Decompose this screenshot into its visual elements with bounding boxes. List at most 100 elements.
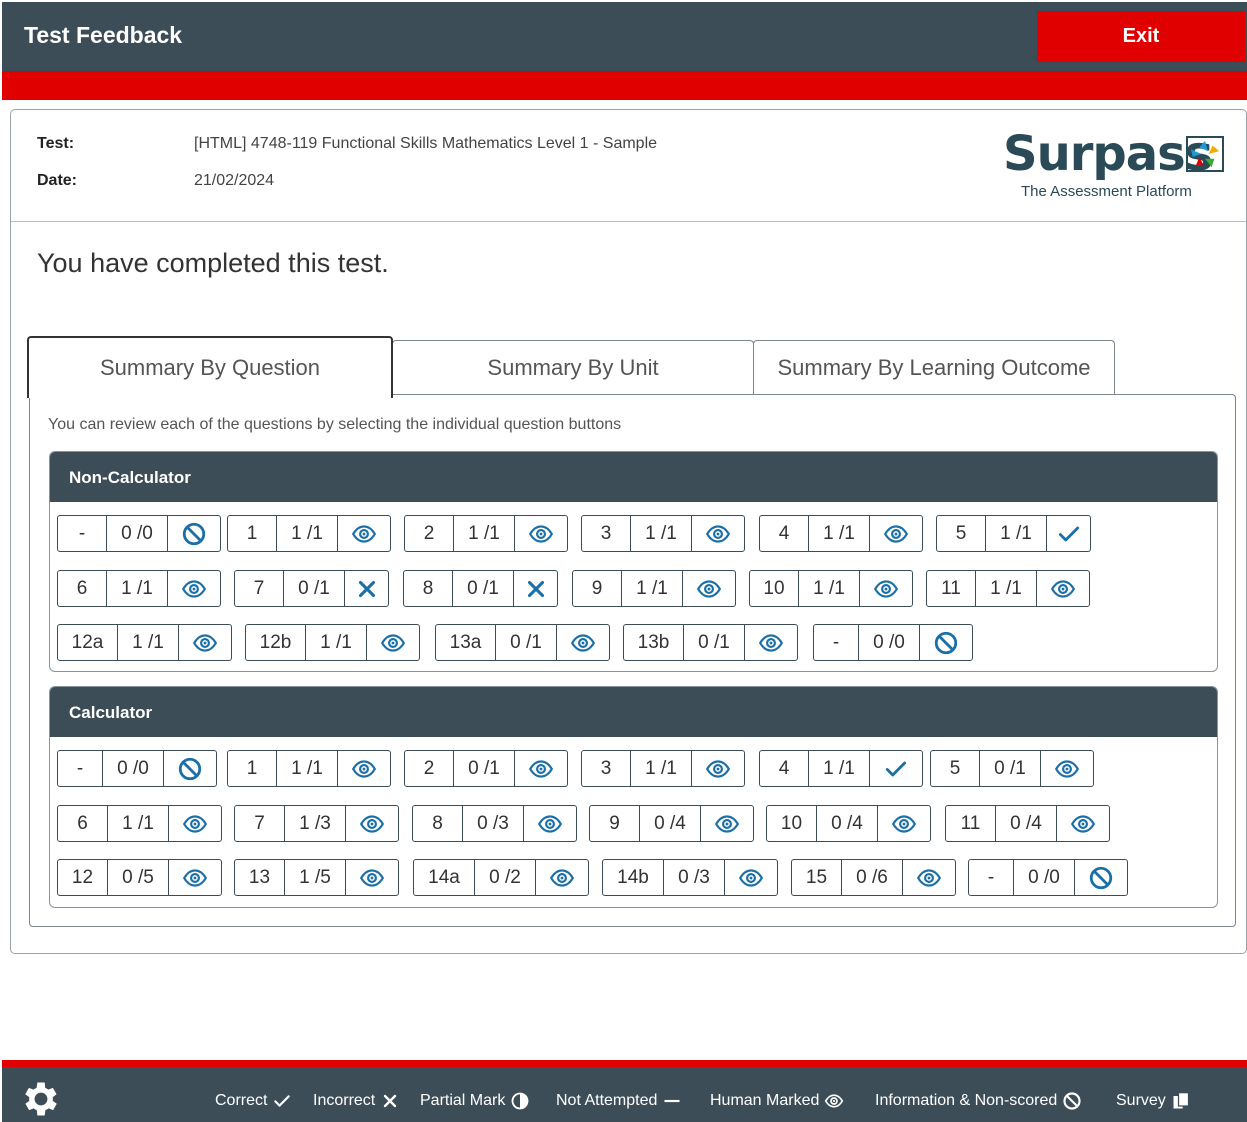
question-number: 6 (58, 571, 107, 606)
question-score: 1 /1 (306, 625, 367, 660)
eye-icon (346, 860, 398, 895)
question-score: 0 /4 (640, 806, 701, 841)
question-number: 2 (405, 516, 454, 551)
question-button[interactable]: 41 /1 (759, 750, 923, 787)
question-number: 12a (58, 625, 118, 660)
question-button[interactable]: 21 /1 (404, 515, 568, 552)
question-number: 7 (235, 571, 284, 606)
not-attempted-icon (662, 1091, 682, 1111)
partial-icon (510, 1091, 530, 1111)
question-number: 10 (750, 571, 799, 606)
eye-icon (683, 571, 735, 606)
question-button[interactable]: 12b 1 /1 (245, 624, 420, 661)
question-button[interactable]: 11 /1 (227, 515, 391, 552)
eye-icon (692, 751, 744, 786)
legend-label: Incorrect (313, 1092, 376, 1109)
question-button[interactable]: 10 0 /4 (766, 805, 931, 842)
question-number: 15 (792, 860, 842, 895)
question-button[interactable]: 61 /1 (57, 570, 221, 607)
question-number: 1 (228, 751, 277, 786)
question-score: 0 /1 (684, 625, 745, 660)
footer-accent-bar (2, 1060, 1247, 1067)
question-score: 0 /4 (996, 806, 1057, 841)
header-accent-bar (2, 71, 1247, 100)
question-number: 9 (573, 571, 622, 606)
question-score: 0 /0 (103, 751, 164, 786)
question-button[interactable]: 80 /3 (412, 805, 577, 842)
tab-summary-by-unit[interactable]: Summary By Unit (392, 340, 754, 395)
question-number: 4 (760, 516, 809, 551)
question-score: 0 /6 (842, 860, 903, 895)
cross-icon (514, 571, 557, 606)
question-number: 13 (235, 860, 285, 895)
legend-label: Partial Mark (420, 1092, 506, 1109)
logo-word: Surpass (1003, 126, 1213, 182)
question-button[interactable]: -0 /0 (968, 859, 1128, 896)
question-button[interactable]: 80 /1 (403, 570, 558, 607)
question-score: 0 /3 (664, 860, 725, 895)
exit-button[interactable]: Exit (1037, 11, 1245, 62)
eye-icon (179, 625, 231, 660)
eye-icon (524, 806, 576, 841)
gear-icon[interactable] (19, 1077, 63, 1121)
section-non-calculator: Non-Calculator -0 /0 1 1 /1 2 1 /1 3 1 /1 4 1 /1… (49, 451, 1218, 672)
question-score: 1 /1 (631, 751, 692, 786)
question-button[interactable]: 11 /1 (227, 750, 391, 787)
question-button[interactable]: -0 /0 (57, 515, 221, 552)
check-icon (1047, 516, 1090, 551)
no-entry-icon (164, 751, 216, 786)
info-icon (1062, 1091, 1082, 1111)
question-button[interactable]: 71 /3 (234, 805, 399, 842)
question-button[interactable]: 90 /4 (589, 805, 754, 842)
eye-icon (692, 516, 744, 551)
question-number: - (58, 516, 107, 551)
question-button[interactable]: 41 /1 (759, 515, 923, 552)
legend-item-survey: Survey (1116, 1091, 1191, 1111)
question-button[interactable]: 20 /1 (404, 750, 568, 787)
question-button[interactable]: 91 /1 (572, 570, 736, 607)
question-score: 1 /1 (118, 625, 179, 660)
question-button[interactable]: 13 1 /5 (234, 859, 399, 896)
question-number: 6 (58, 806, 108, 841)
question-button[interactable]: 70 /1 (234, 570, 389, 607)
section-title: Calculator (50, 687, 1217, 737)
question-button[interactable]: 11 0 /4 (945, 805, 1110, 842)
question-score: 1 /1 (986, 516, 1047, 551)
eye-icon (536, 860, 588, 895)
question-score: 0 /2 (475, 860, 536, 895)
question-button[interactable]: 12a 1 /1 (57, 624, 232, 661)
question-number: 5 (931, 751, 980, 786)
tab-summary-by-learning-outcome[interactable]: Summary By Learning Outcome (753, 340, 1115, 395)
question-button[interactable]: 13a 0 /1 (435, 624, 610, 661)
eye-icon (878, 806, 930, 841)
logo-mark-icon (1186, 136, 1224, 172)
eye-icon (169, 860, 221, 895)
question-score: 0 /3 (463, 806, 524, 841)
question-button[interactable]: 15 0 /6 (791, 859, 956, 896)
question-button[interactable]: 14a 0 /2 (413, 859, 589, 896)
question-button[interactable]: 61 /1 (57, 805, 222, 842)
question-number: 3 (582, 751, 631, 786)
question-number: 10 (767, 806, 817, 841)
question-number: 13b (624, 625, 684, 660)
question-button[interactable]: -0 /0 (813, 624, 973, 661)
question-button[interactable]: 31 /1 (581, 750, 745, 787)
legend-item-partial: Partial Mark (420, 1091, 530, 1111)
question-number: 3 (582, 516, 631, 551)
question-button[interactable]: 10 1 /1 (749, 570, 913, 607)
question-button[interactable]: -0 /0 (57, 750, 217, 787)
question-button[interactable]: 13b 0 /1 (623, 624, 798, 661)
question-button[interactable]: 11 1 /1 (926, 570, 1090, 607)
question-button[interactable]: 14b 0 /3 (602, 859, 778, 896)
question-number: 2 (405, 751, 454, 786)
question-button[interactable]: 51 /1 (936, 515, 1091, 552)
tab-summary-by-question[interactable]: Summary By Question (27, 336, 393, 398)
question-button[interactable]: 50 /1 (930, 750, 1094, 787)
question-number: 5 (937, 516, 986, 551)
test-value: [HTML] 4748-119 Functional Skills Mathem… (194, 135, 658, 152)
question-button[interactable]: 12 0 /5 (57, 859, 222, 896)
question-button[interactable]: 31 /1 (581, 515, 745, 552)
question-number: 9 (590, 806, 640, 841)
question-score: 0 /0 (107, 516, 168, 551)
question-number: 1 (228, 516, 277, 551)
